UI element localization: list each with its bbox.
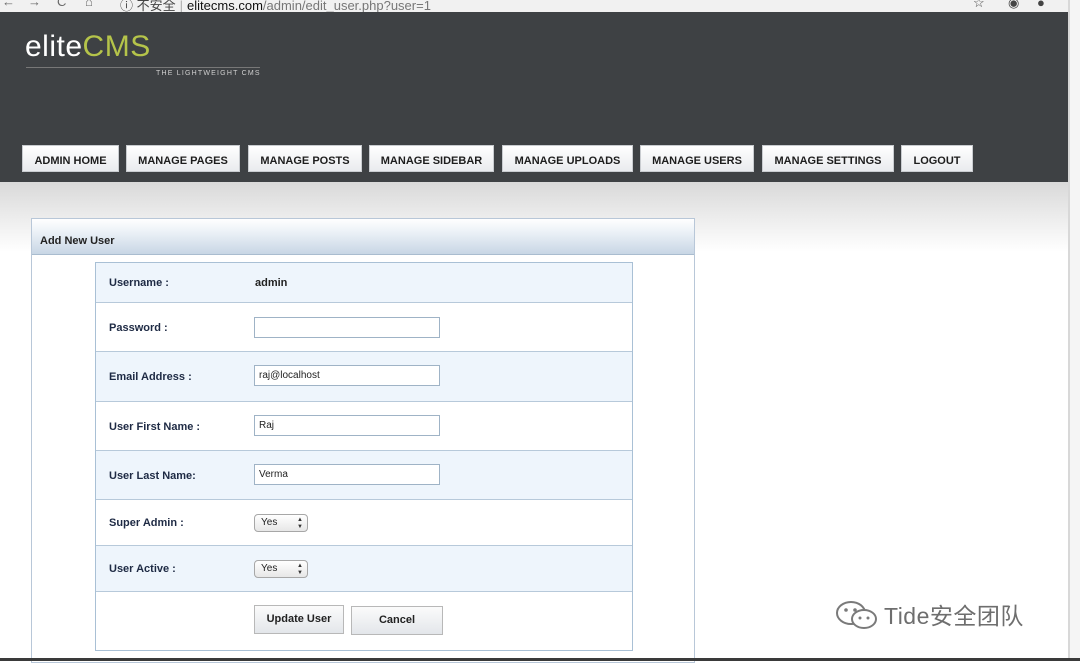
form-row-last-name: User Last Name: Verma <box>96 451 632 500</box>
menu-manage-sidebar[interactable]: MANAGE SIDEBAR <box>369 145 494 172</box>
reload-icon[interactable]: C <box>57 0 66 9</box>
watermark-text: Tide安全团队 <box>884 603 1024 629</box>
menu-logout[interactable]: LOGOUT <box>901 145 973 172</box>
browser-toolbar: ← → C ⌂ ⓘ 不安全 | elitecms.com/admin/edit_us… <box>0 0 1080 12</box>
cancel-button[interactable]: Cancel <box>351 606 443 635</box>
menu-manage-posts[interactable]: MANAGE POSTS <box>248 145 362 172</box>
forward-icon[interactable]: → <box>28 0 41 9</box>
menu-manage-users[interactable]: MANAGE USERS <box>640 145 754 172</box>
email-label: Email Address : <box>109 371 192 383</box>
last-name-field[interactable]: Verma <box>254 464 440 485</box>
eye-extension-icon[interactable]: ◉ <box>1008 0 1019 11</box>
window-edge <box>1068 0 1080 661</box>
select-arrows-icon: ▲ ▼ <box>297 517 303 530</box>
menu-manage-pages[interactable]: MANAGE PAGES <box>126 145 240 172</box>
username-value: admin <box>255 277 288 289</box>
address-bar[interactable]: ⓘ 不安全 | elitecms.com/admin/edit_user.php?u… <box>120 0 431 12</box>
form-row-super-admin: Super Admin : Yes ▲ ▼ <box>96 500 632 546</box>
first-name-field[interactable]: Raj <box>254 415 440 436</box>
home-icon[interactable]: ⌂ <box>85 0 93 9</box>
password-label: Password : <box>109 322 168 334</box>
menu-admin-home[interactable]: ADMIN HOME <box>22 145 119 172</box>
email-field[interactable]: raj@localhost <box>254 365 440 386</box>
bookmark-star-icon[interactable]: ☆ <box>973 0 985 11</box>
url-path: /admin/edit_user.php?user=1 <box>262 0 431 12</box>
insecure-label: 不安全 <box>136 0 176 12</box>
site-tagline: THE LIGHTWEIGHT CMS <box>156 70 261 77</box>
user-active-select[interactable]: Yes ▲ ▼ <box>254 560 308 578</box>
user-form: Username : admin Password : Email Addres… <box>95 262 633 651</box>
panel-header: Add New User <box>32 219 694 255</box>
cookie-extension-icon[interactable]: ● <box>1037 0 1045 10</box>
first-name-label: User First Name : <box>109 421 201 433</box>
password-field[interactable] <box>254 317 440 338</box>
user-active-label: User Active : <box>109 563 176 575</box>
last-name-label: User Last Name: <box>109 470 196 482</box>
back-icon[interactable]: ← <box>2 0 15 9</box>
form-row-first-name: User First Name : Raj <box>96 402 632 451</box>
select-arrows-icon: ▲ ▼ <box>297 563 303 576</box>
panel-title: Add New User <box>40 235 115 247</box>
wechat-icon <box>836 601 877 629</box>
site-header: eliteCMS THE LIGHTWEIGHT CMS ADMIN HOME … <box>0 12 1068 182</box>
logo-divider <box>26 67 260 68</box>
form-row-email: Email Address : raj@localhost <box>96 352 632 402</box>
form-row-username: Username : admin <box>96 263 632 303</box>
menu-manage-uploads[interactable]: MANAGE UPLOADS <box>502 145 633 172</box>
add-user-panel: Add New User Username : admin Password :… <box>31 218 695 663</box>
form-row-user-active: User Active : Yes ▲ ▼ <box>96 546 632 592</box>
super-admin-select[interactable]: Yes ▲ ▼ <box>254 514 308 532</box>
info-icon: ⓘ <box>120 0 134 12</box>
update-user-button[interactable]: Update User <box>254 605 344 634</box>
elitecms-logo[interactable]: eliteCMS <box>25 30 151 64</box>
menu-manage-settings[interactable]: MANAGE SETTINGS <box>762 145 894 172</box>
url-host: elitecms.com <box>187 0 263 12</box>
username-label: Username : <box>109 277 169 289</box>
super-admin-label: Super Admin : <box>109 517 184 529</box>
form-row-actions: Update User Cancel <box>96 592 632 650</box>
form-row-password: Password : <box>96 303 632 352</box>
